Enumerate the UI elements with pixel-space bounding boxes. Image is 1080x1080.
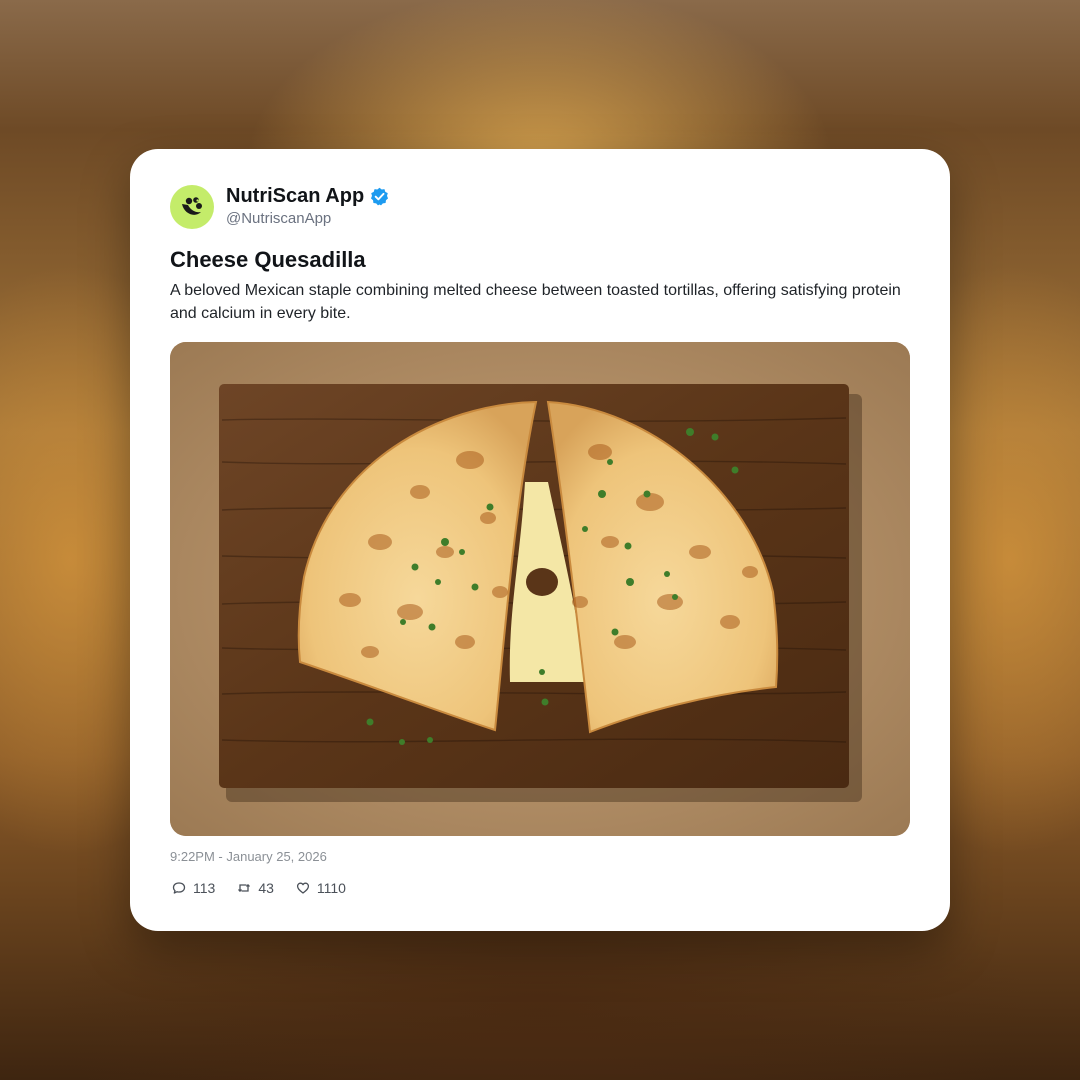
- nutriscan-logo-icon: [182, 196, 202, 215]
- repost-count: 43: [258, 880, 274, 896]
- repost-button[interactable]: 43: [237, 880, 274, 896]
- heart-icon: [296, 882, 309, 894]
- post-title: Cheese Quesadilla: [170, 247, 366, 272]
- post-timestamp[interactable]: 9:22PM - January 25, 2026: [170, 849, 327, 864]
- post-text: A beloved Mexican staple combining melte…: [170, 282, 901, 322]
- display-name[interactable]: NutriScan App: [226, 184, 364, 208]
- verified-badge-icon: [370, 187, 389, 206]
- quesadilla-photo[interactable]: [170, 342, 910, 836]
- engagement-bar: 113 43 1110: [172, 880, 368, 896]
- comment-icon: [172, 882, 186, 894]
- avatar[interactable]: [170, 184, 214, 229]
- author-identity: NutriScan App @NutriscanApp: [226, 184, 389, 229]
- post-header: NutriScan App @NutriscanApp: [170, 184, 389, 229]
- post-card: NutriScan App @NutriscanApp Cheese Quesa…: [130, 149, 950, 931]
- author-handle[interactable]: @NutriscanApp: [226, 209, 389, 229]
- like-button[interactable]: 1110: [296, 880, 346, 896]
- reply-button[interactable]: 113: [172, 880, 215, 896]
- name-row: NutriScan App: [226, 184, 389, 208]
- reply-count: 113: [193, 880, 216, 896]
- like-count: 1110: [316, 880, 346, 896]
- repost-icon: [238, 884, 251, 892]
